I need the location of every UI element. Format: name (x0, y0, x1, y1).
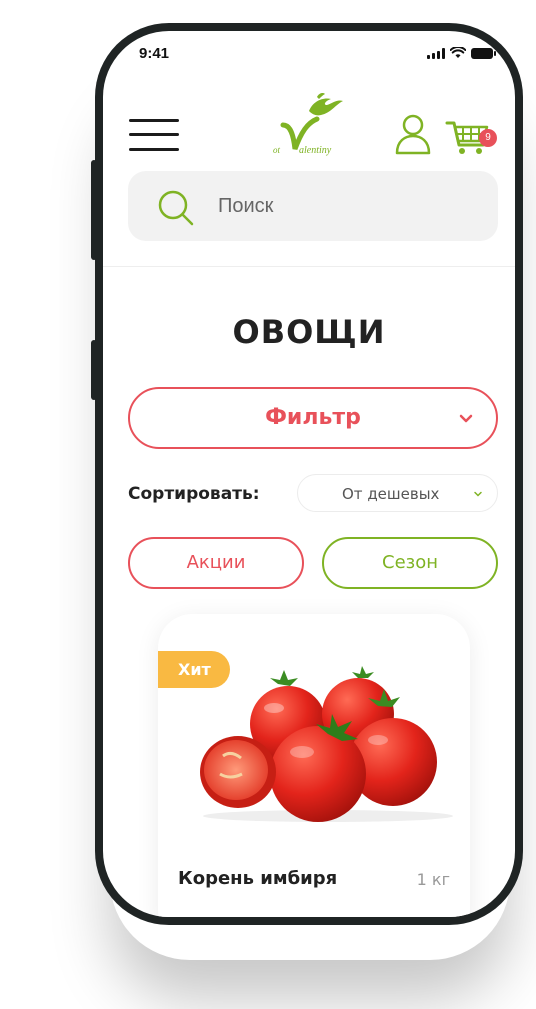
product-badge: Хит (158, 651, 230, 688)
page-title: ОВОЩИ (232, 313, 386, 351)
cart-count-badge: 9 (479, 129, 497, 147)
brand-logo[interactable]: ot alentiny (273, 91, 353, 161)
product-card[interactable]: Хит Корень имбиря 1 кг (158, 614, 470, 917)
status-time: 9:41 (139, 45, 170, 62)
svg-text:alentiny: alentiny (299, 145, 332, 156)
tag-season-button[interactable]: Сезон (322, 537, 498, 589)
app-screen: 9:41 ot alentiny 9 Поиск ОВОЩИ Фильтр Со… (103, 31, 515, 917)
sort-select[interactable]: От дешевых (297, 474, 498, 512)
header-divider (103, 266, 515, 267)
filter-button[interactable]: Фильтр (128, 387, 498, 449)
search-bar[interactable] (128, 171, 498, 241)
app-header: ot alentiny 9 (103, 91, 515, 171)
user-icon[interactable] (393, 113, 433, 155)
chevron-down-icon (474, 491, 482, 497)
svg-text:ot: ot (273, 145, 281, 155)
product-weight: 1 кг (416, 870, 450, 889)
status-icons (427, 47, 496, 59)
sort-label: Сортировать: (128, 484, 260, 504)
wifi-icon (450, 47, 466, 58)
sort-selected-value: От дешевых (342, 485, 440, 503)
battery-icon (471, 47, 496, 59)
phone-frame: 9:41 ot alentiny 9 Поиск ОВОЩИ Фильтр Со… (95, 23, 523, 925)
chevron-down-icon (459, 414, 473, 423)
product-name: Корень имбиря (178, 868, 338, 889)
signal-icon (427, 47, 445, 59)
menu-button[interactable] (129, 117, 179, 153)
filter-label: Фильтр (265, 405, 361, 430)
tag-promotions-button[interactable]: Акции (128, 537, 304, 589)
status-bar: 9:41 (103, 31, 515, 75)
search-icon (158, 190, 194, 226)
search-input[interactable] (218, 191, 478, 221)
